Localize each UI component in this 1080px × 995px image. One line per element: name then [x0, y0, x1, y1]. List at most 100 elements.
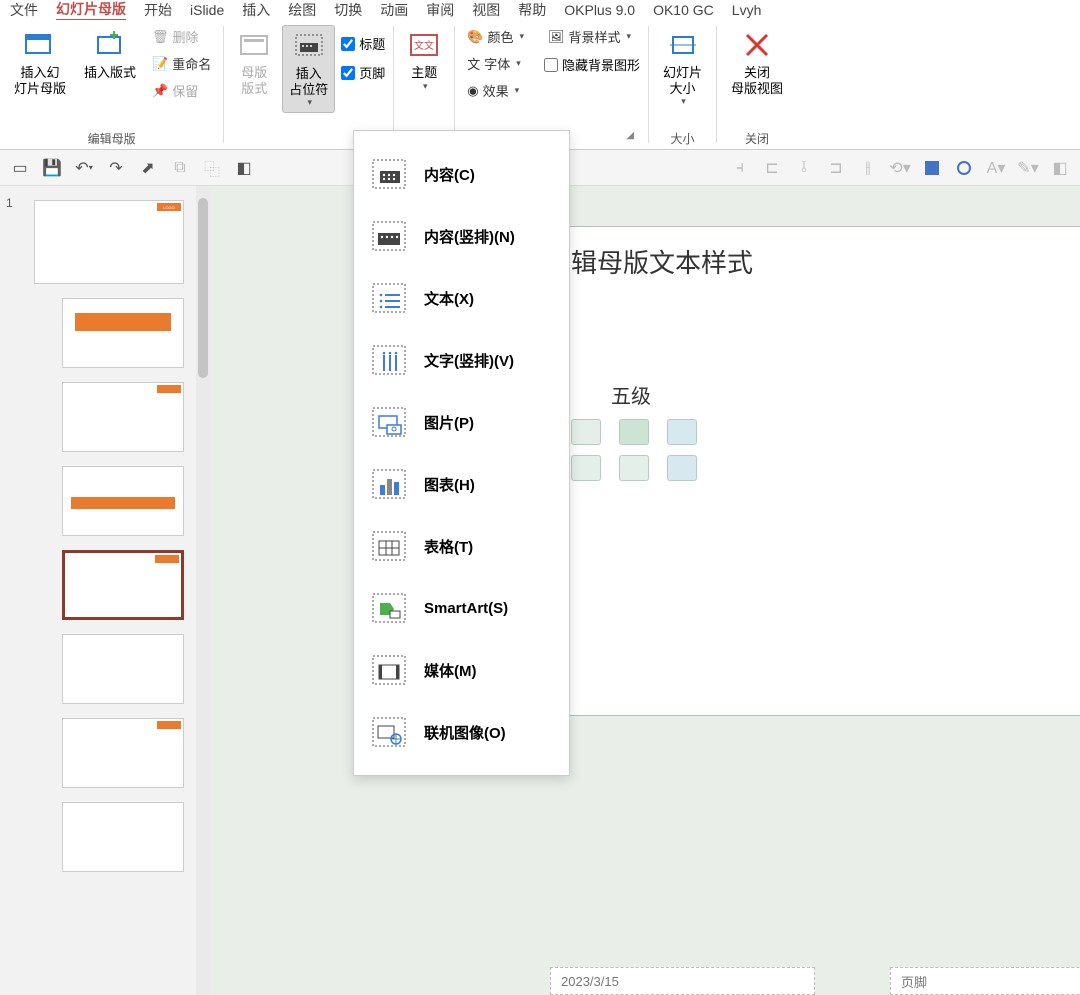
slide-canvas[interactable]: 辑母版文本样式 五级 单击此处 二级 三级 2023/3/15 页脚	[210, 186, 1080, 995]
eraser-icon[interactable]: ◧	[1050, 158, 1070, 178]
close-master-view-button[interactable]: 关闭 母版视图	[725, 25, 789, 100]
layout-thumbnail-2[interactable]	[62, 382, 184, 452]
scrollbar-thumb[interactable]	[198, 198, 208, 378]
shape-fill-icon[interactable]	[954, 158, 974, 178]
thumbnail-pane[interactable]: 1 LOGO	[0, 186, 210, 995]
chevron-down-icon: ▾	[307, 97, 312, 108]
tab-bar: 文件 幻灯片母版 开始 iSlide 插入 绘图 切换 动画 审阅 视图 帮助 …	[0, 0, 1080, 20]
rename-button[interactable]: 📝重命名	[148, 52, 215, 75]
tab-home[interactable]: 开始	[144, 0, 172, 20]
tab-insert[interactable]: 插入	[242, 0, 270, 20]
placeholder-media-item[interactable]: 媒体(M)	[354, 639, 569, 701]
undo-icon[interactable]: ↶▾	[74, 158, 94, 178]
layout-thumbnail-1[interactable]	[62, 298, 184, 368]
close-group-label: 关闭	[745, 128, 769, 147]
window-icon[interactable]: ▭	[10, 158, 30, 178]
layout-thumbnail-3[interactable]	[62, 466, 184, 536]
placeholder-online-image-item[interactable]: 联机图像(O)	[354, 701, 569, 763]
distribute-icon[interactable]: ⫲	[858, 158, 878, 178]
tab-slide-master[interactable]: 幻灯片母版	[56, 0, 126, 20]
tab-lvyh[interactable]: Lvyh	[732, 2, 762, 18]
insert-slide-master-button[interactable]: 插入幻 灯片母版	[8, 25, 72, 100]
3d-model-icon[interactable]	[667, 419, 697, 445]
save-icon[interactable]: 💾	[42, 158, 62, 178]
media-placeholder-icon	[372, 655, 406, 685]
online-image-placeholder-icon	[372, 717, 406, 747]
master-layout-icon	[238, 29, 270, 61]
background-styles-button[interactable]: 🖼背景样式▾	[544, 25, 640, 48]
align-icon[interactable]: ⫞	[730, 158, 750, 178]
online-image-icon[interactable]	[667, 455, 697, 481]
tab-help[interactable]: 帮助	[518, 0, 546, 20]
redo-icon[interactable]: ↷	[106, 158, 126, 178]
align-right-icon[interactable]: ⊐	[826, 158, 846, 178]
theme-icon: 文文	[408, 29, 440, 61]
date-placeholder[interactable]: 2023/3/15	[550, 967, 815, 995]
master-thumbnail[interactable]: LOGO	[34, 200, 184, 284]
copy-icon[interactable]: ⿻	[202, 158, 222, 178]
master-layout-button[interactable]: 母版 版式	[232, 25, 276, 100]
tab-transition[interactable]: 切换	[334, 0, 362, 20]
text-vertical-placeholder-icon	[372, 345, 406, 375]
title-checkbox[interactable]: 标题	[341, 31, 385, 56]
preserve-button[interactable]: 📌保留	[148, 79, 215, 102]
tab-draw[interactable]: 绘图	[288, 0, 316, 20]
master-text-style: 辑母版文本样式	[571, 243, 1080, 280]
placeholder-smartart-item[interactable]: SmartArt(S)	[354, 577, 569, 639]
footer-placeholder[interactable]: 页脚	[890, 967, 1080, 995]
shape-icon[interactable]: ◧	[234, 158, 254, 178]
effects-button[interactable]: ◉效果▾	[463, 79, 528, 102]
dialog-launcher-icon[interactable]: ◢	[626, 130, 640, 147]
media-icon[interactable]	[619, 455, 649, 481]
tab-review[interactable]: 审阅	[426, 0, 454, 20]
layout-thumbnail-6[interactable]	[62, 718, 184, 788]
picture-icon[interactable]	[571, 455, 601, 481]
chart-icon[interactable]	[571, 419, 601, 445]
slide-size-button[interactable]: 幻灯片 大小▾	[657, 25, 708, 111]
tab-animation[interactable]: 动画	[380, 0, 408, 20]
placeholder-chart-item[interactable]: 图表(H)	[354, 453, 569, 515]
text-placeholder-icon	[372, 283, 406, 313]
layout-thumbnail-5[interactable]	[62, 634, 184, 704]
placeholder-content-vertical-item[interactable]: 内容(竖排)(N)	[354, 205, 569, 267]
insert-slide-master-label: 插入幻 灯片母版	[14, 65, 66, 96]
theme-label: 主题	[411, 65, 437, 81]
scrollbar-track[interactable]	[196, 186, 210, 995]
layout-thumbnail-7[interactable]	[62, 802, 184, 872]
insert-placeholder-icon	[293, 30, 325, 62]
placeholder-text-item[interactable]: 文本(X)	[354, 267, 569, 329]
insert-layout-button[interactable]: 插入版式	[78, 25, 142, 85]
rotate-icon[interactable]: ⟲▾	[890, 158, 910, 178]
tab-file[interactable]: 文件	[10, 0, 38, 20]
insert-placeholder-button[interactable]: 插入 占位符▾	[282, 25, 335, 113]
theme-button[interactable]: 文文 主题▾	[402, 25, 446, 95]
placeholder-table-item[interactable]: 表格(T)	[354, 515, 569, 577]
layout-thumbnail-4[interactable]	[62, 550, 184, 620]
pointer-icon[interactable]: ⬈	[138, 158, 158, 178]
tab-islide[interactable]: iSlide	[190, 2, 224, 18]
placeholder-text-vertical-item[interactable]: 文字(竖排)(V)	[354, 329, 569, 391]
colors-button[interactable]: 🎨颜色▾	[463, 25, 528, 48]
align-center-icon[interactable]: ⫱	[794, 158, 814, 178]
tab-okplus[interactable]: OKPlus 9.0	[564, 2, 635, 18]
fill-color-icon[interactable]	[922, 158, 942, 178]
hide-background-checkbox[interactable]: 隐藏背景图形	[544, 52, 640, 77]
rename-icon: 📝	[152, 56, 168, 72]
group-icon[interactable]: ⧉	[170, 158, 190, 178]
level-5-text: 五级	[611, 380, 1080, 409]
svg-text:文文: 文文	[414, 39, 434, 52]
placeholder-content-item[interactable]: 内容(C)	[354, 143, 569, 205]
tab-ok10[interactable]: OK10 GC	[653, 2, 714, 18]
footer-checkbox[interactable]: 页脚	[341, 60, 385, 85]
fonts-button[interactable]: 文字体▾	[463, 52, 528, 75]
delete-button[interactable]: 🗑删除	[148, 25, 215, 48]
tab-view[interactable]: 视图	[472, 0, 500, 20]
size-group-label: 大小	[671, 128, 695, 147]
placeholder-picture-item[interactable]: 图片(P)	[354, 391, 569, 453]
content-placeholder-left[interactable]: 辑母版文本样式 五级	[550, 226, 1080, 716]
insert-layout-label: 插入版式	[84, 65, 136, 81]
highlight-icon[interactable]: ✎▾	[1018, 158, 1038, 178]
font-color-icon[interactable]: A▾	[986, 158, 1006, 178]
align-left-icon[interactable]: ⊏	[762, 158, 782, 178]
smartart-icon[interactable]	[619, 419, 649, 445]
